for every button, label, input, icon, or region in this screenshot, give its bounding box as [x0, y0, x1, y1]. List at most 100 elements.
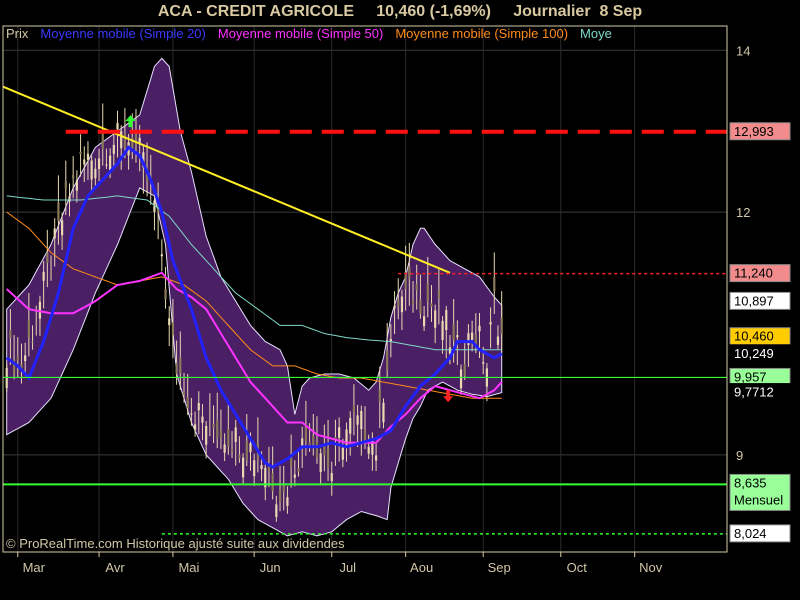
candle-body — [278, 489, 282, 503]
candle-body — [282, 485, 285, 492]
candle-body — [363, 429, 367, 442]
candle-body — [205, 425, 208, 445]
price-label: 10,897 — [729, 291, 791, 310]
candle-body — [434, 310, 437, 328]
price-label: 8,024 — [729, 524, 791, 543]
price-label-value: 10,249 — [734, 346, 774, 361]
candle-body — [175, 363, 178, 374]
candle-body — [160, 254, 163, 257]
y-tick-label: 14 — [736, 43, 750, 58]
candle-body — [411, 299, 415, 304]
candle-body — [496, 336, 500, 345]
candle-body — [493, 277, 496, 292]
candle-body — [467, 333, 470, 346]
candle-body — [245, 441, 248, 461]
candle-body — [208, 409, 211, 411]
candle-body — [338, 427, 341, 438]
price-label-value: 11,240 — [734, 266, 773, 281]
candle-body — [452, 324, 455, 341]
candle-body — [471, 332, 474, 340]
price-label: 10,460 — [729, 327, 791, 346]
legend-item: Moye — [580, 26, 612, 41]
candle-body — [241, 457, 245, 478]
candle-body — [323, 446, 326, 456]
x-tick-label: Sep — [488, 560, 511, 575]
price-label-note: Mensuel — [734, 492, 783, 507]
candle-body — [330, 473, 333, 481]
candle-body — [97, 158, 101, 170]
legend-item: Moyenne mobile (Simple 20) — [40, 26, 205, 41]
candle-body — [437, 290, 440, 299]
candle-body — [304, 426, 308, 442]
candle-body — [271, 473, 274, 492]
candle-body — [201, 416, 204, 423]
candle-body — [86, 153, 90, 160]
candle-body — [90, 160, 93, 180]
candle-body — [408, 266, 411, 279]
candle-body — [315, 441, 319, 458]
price-label: 9,957 — [729, 367, 791, 386]
legend-item: Moyenne mobile (Simple 100) — [395, 26, 568, 41]
x-tick-label: Mai — [178, 560, 199, 575]
candle-body — [53, 228, 56, 239]
arrow-down-icon — [443, 390, 454, 403]
candle-body — [319, 453, 322, 473]
candle-body — [400, 296, 404, 313]
x-tick-label: Mar — [23, 560, 46, 575]
candle-body — [9, 330, 12, 339]
candle-body — [83, 159, 86, 165]
candle-body — [68, 196, 71, 202]
candle-body — [223, 444, 226, 453]
y-tick-label: 9 — [736, 448, 743, 463]
candle-body — [378, 389, 381, 402]
candle-body — [216, 420, 219, 439]
candle-body — [186, 396, 189, 409]
candle-body — [415, 284, 418, 290]
candle-body — [249, 443, 252, 453]
candle-body — [116, 122, 119, 130]
price-label-value: 12,993 — [734, 124, 774, 139]
price-chart[interactable]: 14 12 9 Mar Avr Mai Jun Jul Aou Sep Oct Nov 12,993… — [0, 0, 800, 600]
candle-body — [463, 364, 466, 376]
candle-body — [382, 402, 385, 423]
legend-item: Moyenne mobile (Simple 50) — [218, 26, 383, 41]
candle-body — [238, 454, 241, 459]
candle-body — [31, 341, 34, 343]
candle-body — [112, 144, 115, 154]
candle-body — [367, 446, 370, 454]
price-label: 9,7712 — [729, 383, 791, 402]
candle-body — [230, 448, 234, 452]
candle-body — [326, 448, 330, 469]
price-labels: 12,993 11,240 10,897 10,460 10,249 9,9579,771… — [729, 122, 791, 543]
price-label-value: 10,460 — [734, 329, 774, 344]
candle-body — [308, 441, 311, 446]
candle-body — [193, 424, 197, 430]
candle-body — [397, 299, 400, 307]
candle-body — [105, 164, 108, 166]
candle-body — [49, 271, 53, 273]
candle-body — [489, 322, 492, 325]
candle-body — [426, 283, 429, 302]
x-tick-label: Jun — [260, 560, 281, 575]
candle-body — [27, 319, 30, 338]
candle-body — [360, 410, 363, 430]
candle-body — [456, 335, 459, 338]
candle-body — [46, 252, 49, 264]
candle-body — [422, 316, 426, 327]
candle-body — [60, 220, 64, 236]
candle-body — [253, 460, 256, 477]
price-label-value: 8,635 — [734, 475, 767, 490]
x-tick-label: Jul — [339, 560, 356, 575]
copyright-text: © ProRealTime.com Historique ajusté suit… — [6, 536, 345, 551]
x-tick-label: Nov — [639, 560, 663, 575]
candle-body — [123, 132, 127, 148]
candle-body — [374, 455, 378, 461]
candle-body — [75, 180, 78, 191]
candle-body — [482, 362, 485, 364]
candle-body — [179, 357, 182, 374]
price-label: 10,249 — [729, 344, 791, 363]
price-label: 8,635 Mensuel — [729, 473, 791, 511]
candle-body — [459, 369, 463, 389]
candle-body — [393, 305, 396, 309]
x-tick-label: Avr — [105, 560, 125, 575]
